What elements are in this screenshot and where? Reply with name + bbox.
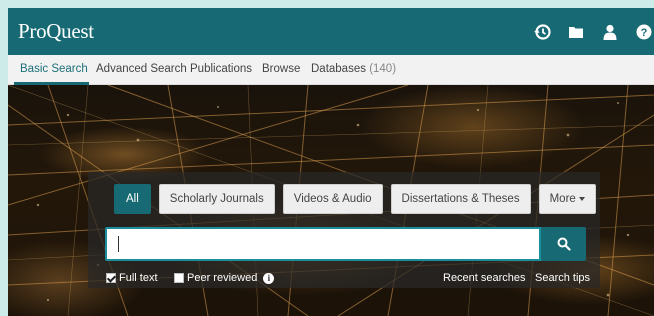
tab-advanced-search[interactable]: Advanced Search bbox=[96, 63, 187, 75]
top-header: ProQuest ? bbox=[8, 8, 654, 55]
svg-text:?: ? bbox=[641, 27, 648, 39]
more-filters-dropdown[interactable]: More bbox=[538, 184, 596, 214]
peer-reviewed-label: Peer reviewed bbox=[187, 272, 258, 284]
search-button[interactable] bbox=[541, 227, 586, 261]
peer-reviewed-option[interactable]: Peer reviewed i bbox=[174, 272, 275, 284]
peer-reviewed-checkbox[interactable] bbox=[174, 273, 184, 283]
tab-basic-search[interactable]: Basic Search bbox=[20, 63, 88, 75]
search-panel: All Scholarly Journals Videos & Audio Di… bbox=[88, 172, 600, 288]
search-row bbox=[105, 227, 586, 261]
tab-publications[interactable]: Publications bbox=[190, 63, 252, 75]
search-icon bbox=[557, 237, 571, 251]
proquest-window: ProQuest ? Basic Search Advanced Search … bbox=[8, 8, 654, 316]
filter-all-button[interactable]: All bbox=[114, 184, 151, 214]
proquest-logo[interactable]: ProQuest bbox=[18, 19, 94, 44]
full-text-checkbox[interactable] bbox=[106, 273, 116, 283]
history-icon[interactable] bbox=[532, 23, 552, 41]
user-icon[interactable] bbox=[600, 23, 620, 41]
filter-dissertations-theses-button[interactable]: Dissertations & Theses bbox=[390, 184, 531, 214]
more-filters-label: More bbox=[549, 193, 576, 205]
recent-searches-link[interactable]: Recent searches bbox=[443, 272, 526, 284]
tab-databases[interactable]: Databases (140) bbox=[311, 63, 396, 75]
info-icon[interactable]: i bbox=[263, 272, 275, 284]
folder-icon[interactable] bbox=[566, 23, 586, 41]
header-icon-group: ? bbox=[532, 23, 654, 41]
search-input[interactable] bbox=[105, 227, 541, 261]
content-type-filters: All Scholarly Journals Videos & Audio Di… bbox=[114, 184, 596, 214]
full-text-option[interactable]: Full text bbox=[106, 272, 158, 284]
search-tips-link[interactable]: Search tips bbox=[535, 272, 590, 284]
search-options: Full text Peer reviewed i Recent searche… bbox=[106, 272, 590, 286]
search-nav: Basic Search Advanced Search Publication… bbox=[8, 55, 654, 85]
filter-videos-audio-button[interactable]: Videos & Audio bbox=[282, 184, 383, 214]
tab-browse[interactable]: Browse bbox=[262, 63, 300, 75]
help-icon[interactable]: ? bbox=[634, 23, 654, 41]
databases-count: (140) bbox=[369, 63, 397, 75]
filter-scholarly-journals-button[interactable]: Scholarly Journals bbox=[158, 184, 275, 214]
full-text-label: Full text bbox=[119, 272, 158, 284]
text-cursor bbox=[118, 236, 119, 252]
caret-down-icon bbox=[578, 197, 585, 201]
tab-databases-label: Databases bbox=[311, 63, 366, 75]
